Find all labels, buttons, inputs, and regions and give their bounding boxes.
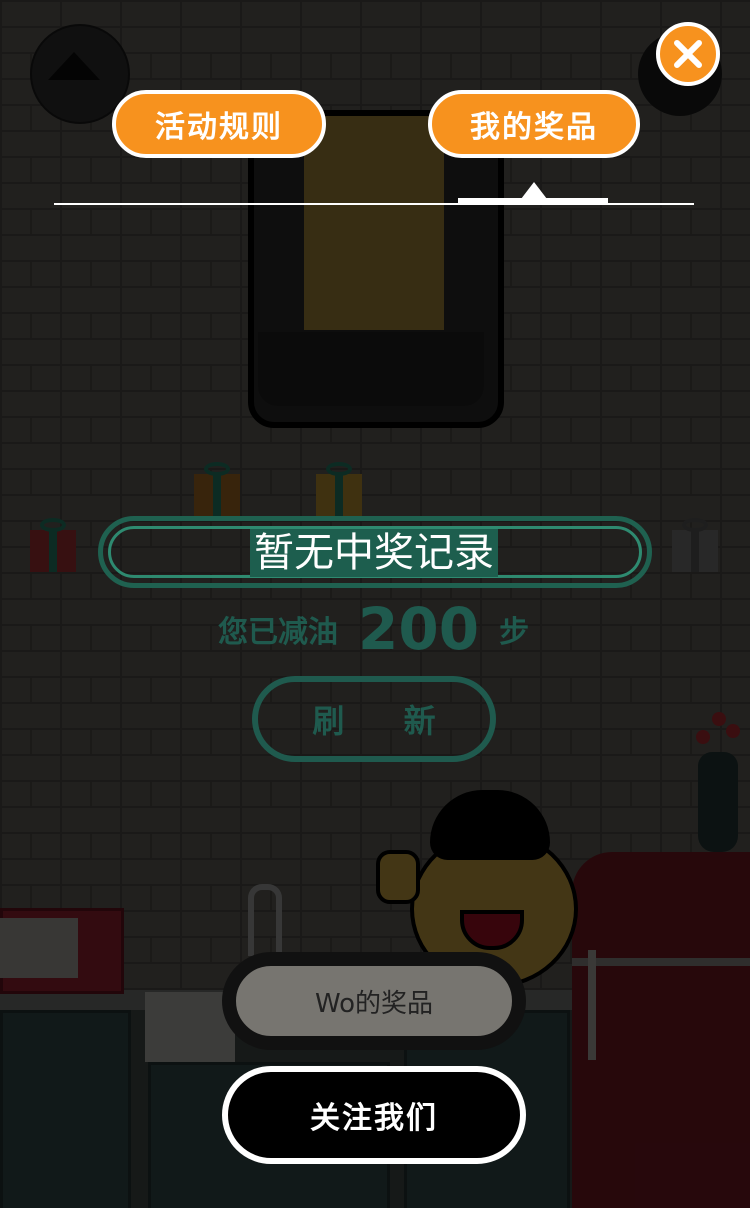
refresh-button[interactable]: 刷 新	[252, 676, 496, 762]
tab-my-prizes[interactable]: 我的奖品	[428, 90, 640, 158]
app-screen: 活动规则 我的奖品 暂无中奖记录 您已减油 200 步 刷 新 Wo的奖品 关注…	[0, 0, 750, 1208]
close-icon	[674, 40, 702, 68]
follow-us-button[interactable]: 关注我们	[222, 1066, 526, 1164]
tab-active-indicator	[458, 198, 608, 205]
steps-prefix: 您已减油	[218, 615, 338, 650]
no-records-message: 暂无中奖记录	[250, 529, 498, 577]
close-button[interactable]	[656, 22, 720, 86]
steps-summary: 您已减油 200 步	[218, 594, 529, 664]
tab-indicator-arrow	[521, 182, 547, 199]
steps-suffix: 步	[499, 615, 530, 650]
steps-count: 200	[358, 595, 480, 663]
wo-prizes-button[interactable]: Wo的奖品	[222, 952, 526, 1050]
tab-activity-rules[interactable]: 活动规则	[112, 90, 326, 158]
